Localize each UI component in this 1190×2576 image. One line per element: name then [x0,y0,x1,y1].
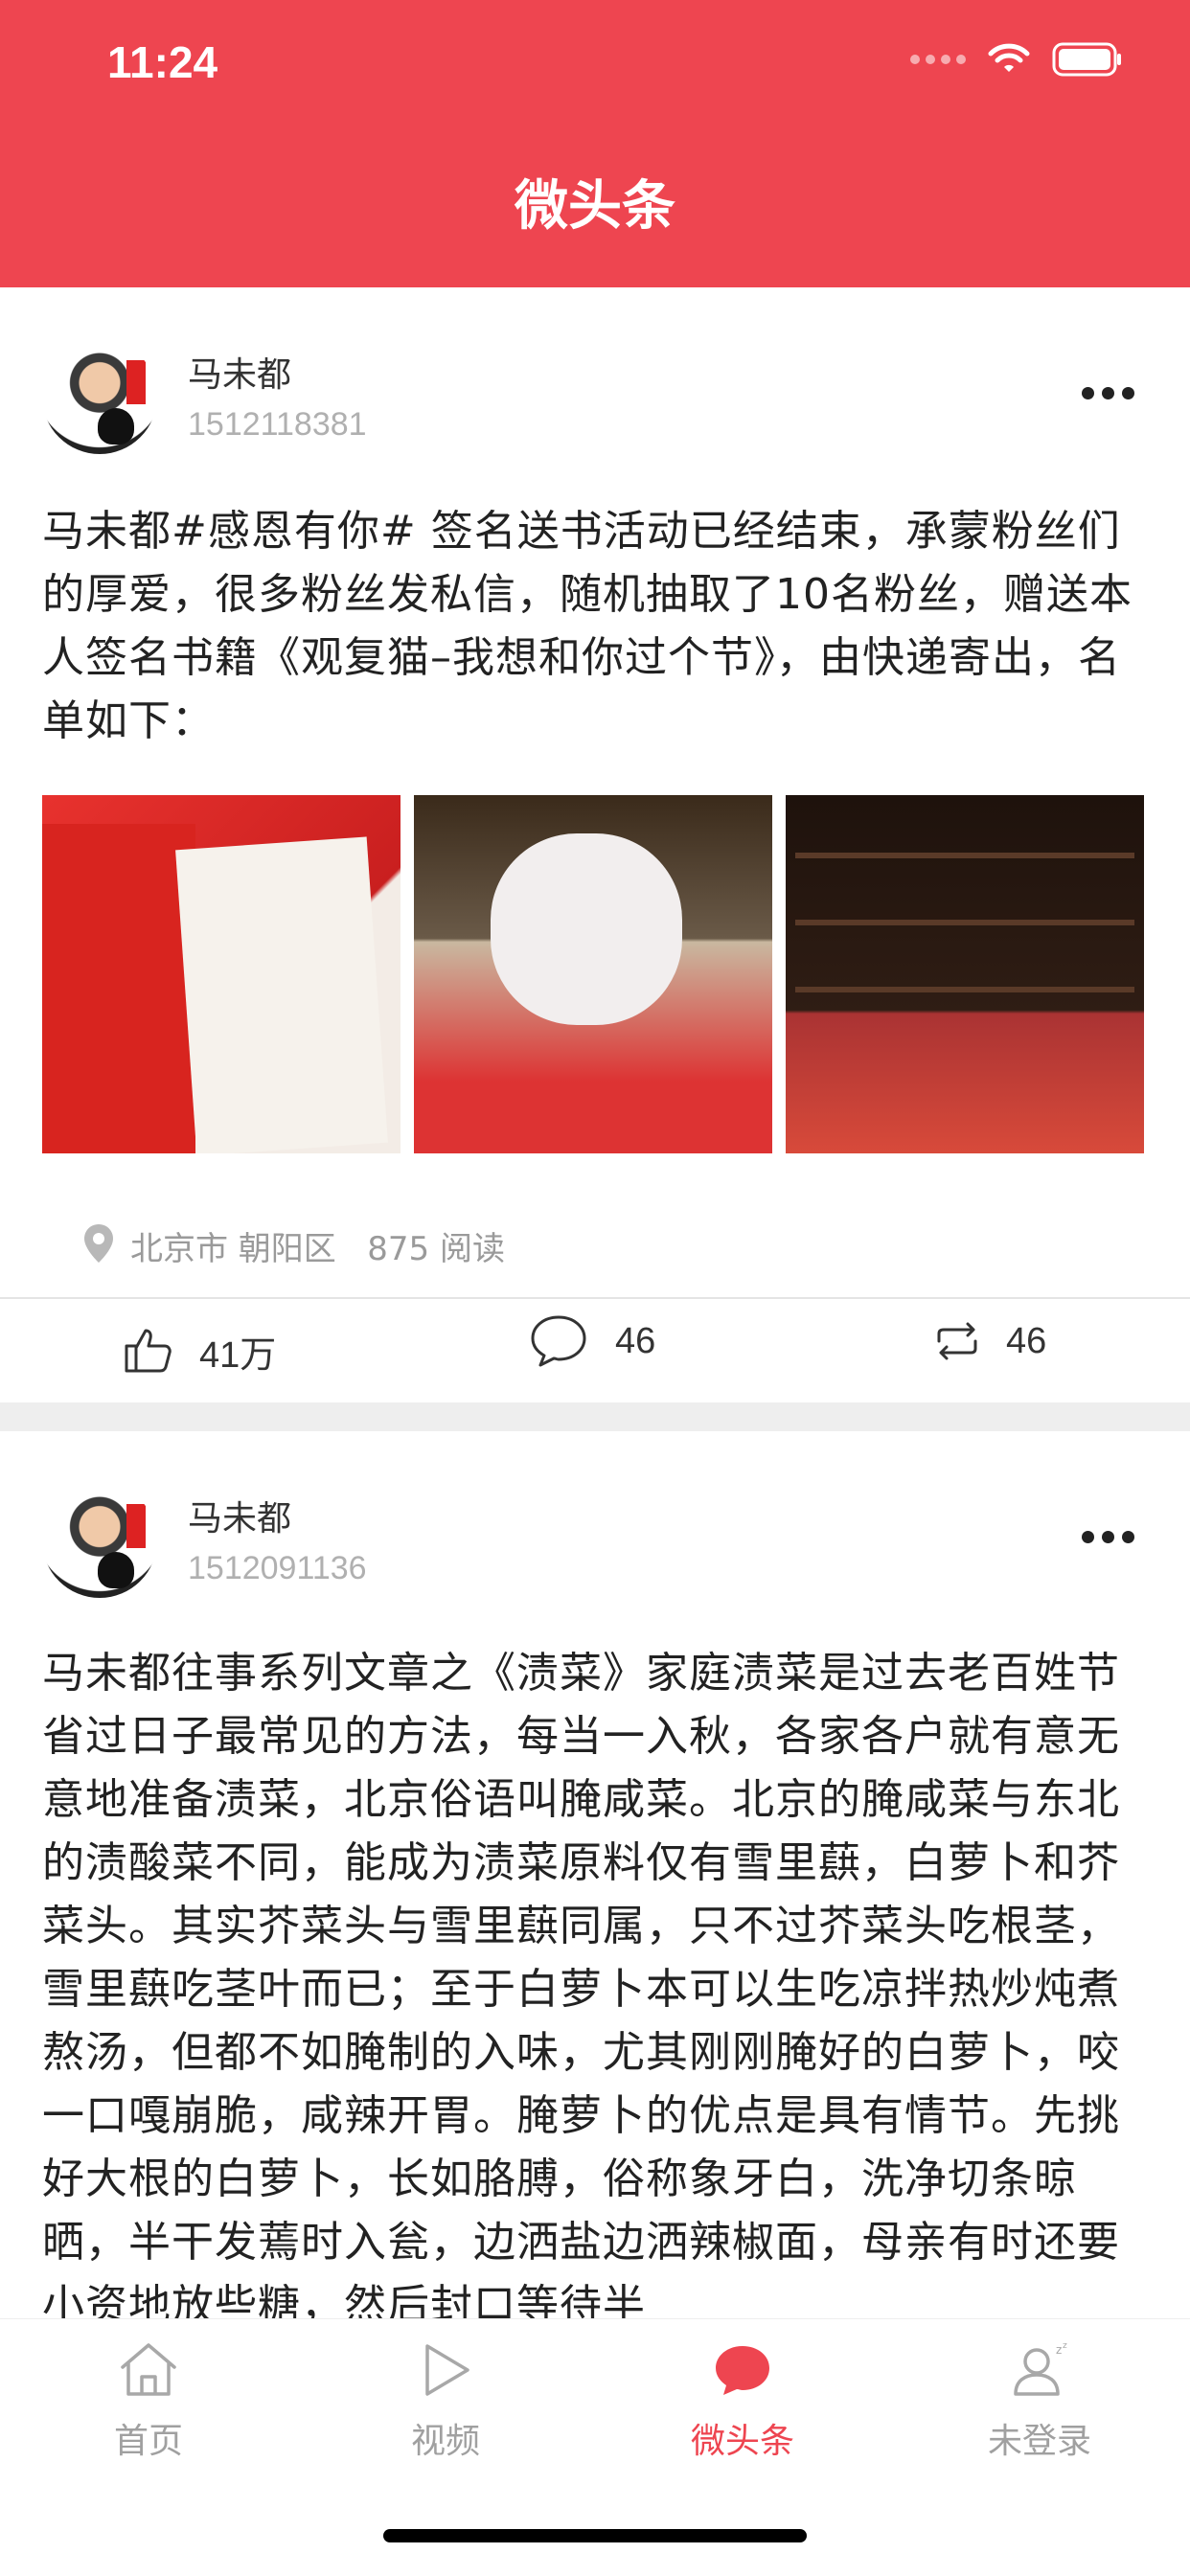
action-bar: 41万 46 46 [0,1299,1190,1402]
location-and-reads: 北京市 朝阳区 875 阅读 [130,1222,505,1269]
home-icon [121,2343,176,2396]
repost-count: 46 [1006,1320,1047,1361]
status-icons [910,42,1123,77]
tab-label: 视频 [410,2422,480,2461]
cat-cutout-and-books-photo[interactable] [414,795,772,1153]
tab-weitoutiao[interactable]: 微头条 [647,2340,838,2463]
tab-not-logged-in[interactable]: z z 未登录 [944,2340,1135,2463]
comment-icon [531,1315,586,1367]
wifi-icon [988,43,1030,72]
post-id: 1512091136 [188,1550,367,1586]
read-count: 875 阅读 [367,1230,505,1268]
post-text[interactable]: 马未都往事系列文章之《渍菜》家庭渍菜是过去老百姓节省过日子最常见的方法，每当一入… [42,1642,1148,2332]
post-card[interactable]: 马未都 1512118381 马未都#感恩有你# 签名送书活动已经结束，承蒙粉丝… [0,287,1190,1402]
like-button[interactable]: 41万 [123,1299,276,1402]
page-title: 微头条 [515,175,675,238]
tab-label: 未登录 [987,2422,1091,2461]
tab-label: 首页 [113,2422,183,2461]
signed-book-photo[interactable] [42,795,400,1153]
more-options-button[interactable] [1082,1531,1134,1543]
post-header: 马未都 1512091136 [0,1431,1190,1613]
home-indicator[interactable] [383,2529,807,2542]
battery-icon [1052,42,1121,77]
post-id: 1512118381 [188,406,367,443]
comment-count: 46 [615,1320,656,1361]
author-name[interactable]: 马未都 [188,1491,291,1540]
avatar[interactable] [42,339,157,454]
svg-text:z: z [1063,2341,1067,2351]
location-pin-icon [84,1224,113,1263]
comment-button[interactable]: 46 [529,1289,655,1393]
section-gap [0,1402,1190,1431]
repost-button[interactable]: 46 [935,1289,1046,1393]
status-time: 11:24 [107,37,218,87]
author-name[interactable]: 马未都 [188,347,291,397]
status-bar: 11:24 [0,0,1190,126]
play-icon [425,2344,469,2396]
repost-icon [937,1322,977,1360]
post-header: 马未都 1512118381 [0,287,1190,469]
location-row: 北京市 朝阳区 875 阅读 [0,1153,1190,1297]
chat-bubble-icon [716,2346,769,2395]
shop-shelves-and-books-photo[interactable] [786,795,1144,1153]
post-text[interactable]: 马未都#感恩有你# 签名送书活动已经结束，承蒙粉丝们的厚爱，很多粉丝发私信，随机… [42,500,1148,753]
avatar[interactable] [42,1483,157,1598]
location-label: 北京市 朝阳区 [130,1230,336,1268]
like-count: 41万 [199,1334,277,1376]
image-grid [42,795,1148,1153]
tab-home[interactable]: 首页 [53,2340,244,2463]
feed[interactable]: 马未都 1512118381 马未都#感恩有你# 签名送书活动已经结束，承蒙粉丝… [0,287,1190,2332]
signal-icon [910,55,966,64]
more-options-button[interactable] [1082,387,1134,399]
tab-video[interactable]: 视频 [350,2340,541,2463]
svg-text:z: z [1056,2343,1062,2357]
tab-label: 微头条 [690,2422,794,2461]
post-card[interactable]: 马未都 1512091136 马未都往事系列文章之《渍菜》家庭渍菜是过去老百姓节… [0,1431,1190,2332]
thumbs-up-icon [125,1329,172,1373]
nav-bar: 微头条 [0,126,1190,287]
user-icon: z z [1014,2341,1067,2396]
